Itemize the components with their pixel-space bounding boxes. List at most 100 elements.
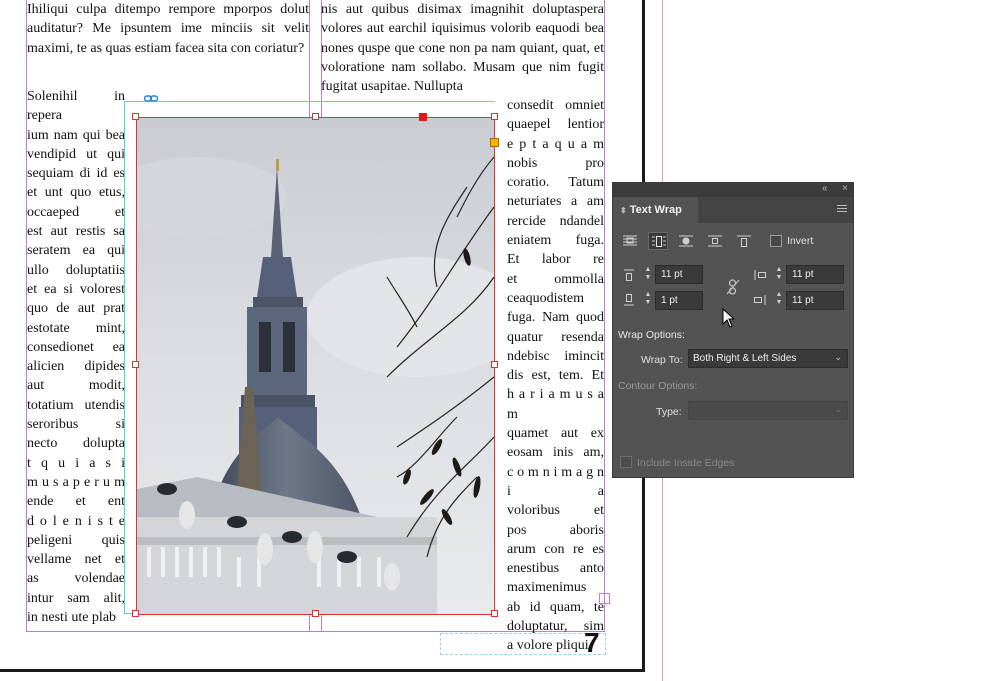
text-line: peligeni quis (27, 532, 125, 548)
wrap-to-value: Both Right & Left Sides (693, 353, 797, 364)
make-all-settings-same-icon[interactable] (726, 279, 740, 295)
image-frame-selection[interactable] (136, 117, 495, 615)
jump-object-icon (708, 235, 722, 247)
text-column-1-wrapped[interactable]: Solenihil in repera ium nam qui bea vendip… (27, 87, 125, 627)
paragraph: Ihiliqui culpa ditempo rempore mporpos d… (27, 2, 309, 56)
text-line: Et labor re (507, 252, 604, 268)
text-line: as volendae (27, 571, 125, 587)
bottom-offset-stepper[interactable]: ▲ ▼ (642, 291, 654, 309)
no-wrap-icon (623, 235, 637, 246)
text-line: t q u i a s i (27, 455, 125, 471)
bottom-offset-field[interactable]: 1 pt (655, 291, 703, 310)
text-frame-out-port[interactable] (599, 593, 610, 604)
link-icon[interactable] (144, 95, 158, 103)
text-line: d o l e n i s t e (27, 513, 125, 529)
text-column-1-top[interactable]: Ihiliqui culpa ditempo rempore mporpos d… (27, 0, 309, 62)
resize-handle-top-left[interactable] (132, 113, 139, 120)
chevron-down-icon: ⌄ (834, 352, 842, 362)
no-text-wrap-button[interactable] (620, 232, 640, 250)
contour-options-heading: Contour Options: (618, 380, 698, 392)
right-offset-field[interactable]: 11 pt (786, 291, 844, 310)
text-line: quo de aut prat (27, 301, 125, 317)
wrap-around-bounding-box-button[interactable] (648, 232, 668, 250)
jump-to-next-column-button[interactable] (734, 232, 754, 250)
text-line: totatium utendis (27, 397, 125, 413)
text-line: coratio. Tatum (507, 175, 604, 191)
text-line: ab id quam, te (507, 599, 604, 615)
jump-object-button[interactable] (705, 232, 725, 250)
text-line: quaepel lentior (507, 117, 604, 133)
panel-menu-icon[interactable] (837, 205, 847, 213)
text-line: est aut restis sa (27, 224, 125, 240)
text-line: ceaquodistem (507, 290, 584, 306)
wrap-around-object-shape-button[interactable] (676, 232, 696, 250)
text-line: h a r i a m u s a m (507, 387, 604, 422)
text-line: alicien dipides (27, 359, 125, 375)
text-line: sequiam di id es (27, 166, 125, 182)
right-offset-icon (754, 295, 766, 305)
wrap-to-label: Wrap To: (641, 354, 683, 366)
text-column-2-top[interactable]: nis aut quibus disimax imagnihit dolupta… (321, 0, 604, 100)
close-panel-button[interactable]: × (842, 183, 848, 194)
resize-handle-bottom-right[interactable] (491, 610, 498, 617)
text-wrap-panel[interactable]: « × ⬍ Text Wrap Invert ▲ ▼ 11 pt ▲ ▼ 1 p… (612, 182, 854, 478)
text-line: ium nam qui bea (27, 127, 125, 143)
resize-handle-top[interactable] (312, 113, 319, 120)
panel-title-bar[interactable]: « × (613, 183, 853, 197)
text-line: e p t a q u a m (507, 136, 604, 152)
wrap-options-heading: Wrap Options: (618, 329, 685, 341)
tab-label: Text Wrap (629, 204, 682, 216)
top-offset-icon (624, 269, 634, 281)
page-number-frame[interactable] (440, 633, 606, 655)
include-inside-edges-label: Include Inside Edges (637, 457, 735, 469)
text-line: c o m n i m a g n i a (507, 464, 604, 499)
text-line: arum con re es (507, 541, 604, 557)
content-grabber-handle[interactable] (419, 113, 427, 121)
text-line: necto dolupta (27, 436, 125, 452)
text-line: in nesti ute plab (27, 610, 117, 626)
left-offset-stepper[interactable]: ▲ ▼ (773, 266, 785, 284)
text-line: et ommolla (507, 271, 604, 287)
text-line: quamet aut ex (507, 426, 604, 442)
text-line: pos aboris (507, 522, 604, 538)
text-line: ullo doluptatiis (27, 262, 125, 278)
text-line: vellame net et (27, 552, 125, 568)
text-line: occaeped et (27, 204, 125, 220)
margin-guide-right (604, 0, 605, 631)
include-inside-edges-checkbox (620, 456, 632, 468)
resize-handle-top-right[interactable] (491, 113, 498, 120)
resize-handle-bottom[interactable] (312, 610, 319, 617)
live-corners-handle[interactable] (490, 138, 499, 147)
left-offset-field[interactable]: 11 pt (786, 265, 844, 284)
text-line: consedit omniet (507, 98, 604, 113)
contour-type-dropdown: ⌄ (688, 401, 848, 420)
right-offset-stepper[interactable]: ▲ ▼ (773, 291, 785, 309)
tab-expand-icon: ⬍ (620, 206, 627, 215)
text-line: nobis pro (507, 155, 604, 171)
text-line: maximenimus (507, 580, 587, 596)
text-line: et ea si volorest (27, 281, 125, 297)
top-offset-field[interactable]: 11 pt (655, 265, 703, 284)
text-line: intur sam alit, (27, 590, 125, 606)
text-column-2-wrapped[interactable]: consedit omniet quaepel lentior e p t a q … (507, 96, 604, 656)
collapse-panel-button[interactable]: « (822, 183, 828, 194)
page-edge-shadow (0, 669, 645, 672)
invert-checkbox[interactable] (770, 235, 782, 247)
resize-handle-right[interactable] (491, 361, 498, 368)
object-shape-wrap-icon (679, 235, 693, 247)
text-line: eosam inis am, (507, 445, 604, 461)
resize-handle-left[interactable] (132, 361, 139, 368)
text-line: et unt quo etus, (27, 185, 125, 201)
text-line: aut modit, (27, 378, 125, 394)
mouse-pointer-icon (722, 308, 736, 328)
tab-text-wrap[interactable]: ⬍ Text Wrap (613, 197, 698, 223)
left-offset-icon (754, 270, 766, 280)
page-number: 7 (584, 627, 600, 658)
text-line: m u s a p e r u m (27, 474, 125, 490)
resize-handle-bottom-left[interactable] (132, 610, 139, 617)
text-line: estotate mint, (27, 320, 125, 336)
wrap-to-dropdown[interactable]: Both Right & Left Sides ⌄ (688, 349, 848, 368)
top-offset-stepper[interactable]: ▲ ▼ (642, 266, 654, 284)
text-line: enestibus anto (507, 561, 604, 577)
text-line: seratem ea qui (27, 243, 125, 259)
